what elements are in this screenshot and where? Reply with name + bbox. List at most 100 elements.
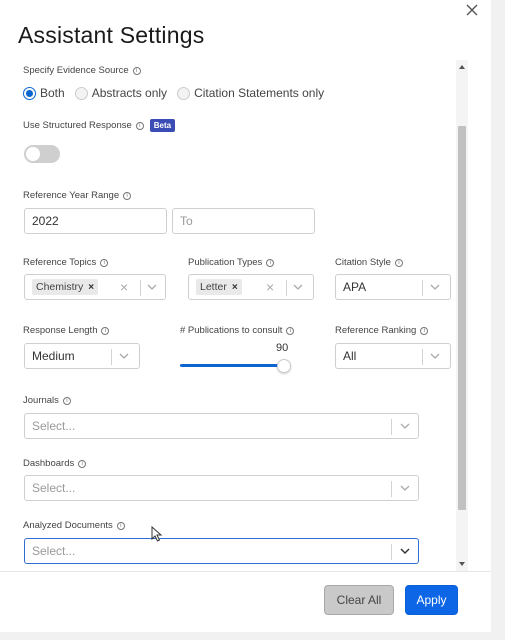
reference-ranking-label: Reference Ranking i [335,325,429,336]
journals-placeholder: Select... [32,419,76,433]
tag-remove-icon[interactable]: × [232,282,238,293]
select-separator [422,349,423,365]
radio-abstracts-only[interactable]: Abstracts only [74,86,168,100]
citation-style-label: Citation Style i [335,257,403,268]
citation-style-label-text: Citation Style [335,257,391,268]
radio-citation-statements-only[interactable]: Citation Statements only [177,86,324,100]
select-separator [111,349,112,365]
footer-divider [0,571,491,572]
page-background-right [491,0,505,640]
radio-unselected-icon [177,86,191,100]
evidence-source-label: Specify Evidence Source i [23,65,141,76]
year-to-input[interactable]: To [172,208,315,234]
radio-abstracts-only-label: Abstracts only [91,86,168,100]
response-length-label: Response Length i [23,325,110,336]
scroll-up-arrow-icon[interactable] [459,65,465,69]
clear-icon[interactable]: × [266,279,274,295]
radio-unselected-icon [74,86,88,100]
info-icon: i [100,258,109,267]
select-separator [286,280,287,296]
radio-selected-icon [23,86,36,100]
citation-style-select[interactable]: APA [335,274,451,300]
radio-both-label: Both [40,86,65,100]
letter-tag: Letter × [196,279,242,295]
analyzed-documents-placeholder: Select... [32,544,76,558]
analyzed-documents-select[interactable]: Select... [24,538,419,564]
scrollbar-thumb[interactable] [458,126,466,510]
journals-label-text: Journals [23,395,59,406]
analyzed-documents-label: Analyzed Documents i [23,520,125,531]
info-icon: i [101,326,110,335]
select-separator [391,419,392,435]
beta-badge: Beta [149,119,176,132]
page-background-bottom [0,632,505,640]
structured-response-toggle[interactable] [24,145,60,163]
evidence-source-label-text: Specify Evidence Source [23,65,129,76]
publication-types-label: Publication Types i [188,257,275,268]
info-icon: i [420,326,429,335]
publications-slider-thumb[interactable] [277,359,291,373]
apply-button[interactable]: Apply [405,585,458,615]
reference-ranking-value: All [343,349,357,363]
dashboards-label: Dashboards i [23,458,87,469]
response-length-value: Medium [32,349,75,363]
tag-remove-icon[interactable]: × [88,282,94,293]
scrollbar[interactable] [456,60,468,571]
year-range-label-text: Reference Year Range [23,190,120,201]
clear-all-button[interactable]: Clear All [324,585,394,615]
settings-form: Specify Evidence Source i Both Abstracts… [0,58,470,571]
response-length-label-text: Response Length [23,325,98,336]
mouse-pointer-icon [151,526,163,542]
chevron-down-icon[interactable] [430,283,440,291]
toggle-knob [26,147,40,161]
clear-icon[interactable]: × [120,279,128,295]
publications-slider-track[interactable] [180,364,286,367]
dashboards-placeholder: Select... [32,481,76,495]
structured-response-label-text: Use Structured Response [23,120,132,131]
close-icon [466,4,478,16]
chemistry-tag: Chemistry × [32,279,99,295]
select-separator [422,280,423,296]
structured-response-label: Use Structured Response i Beta [23,119,176,132]
publications-to-consult-label-text: # Publications to consult [180,325,283,336]
dashboards-select[interactable]: Select... [24,475,419,501]
publication-types-label-text: Publication Types [188,257,263,268]
journals-select[interactable]: Select... [24,413,419,439]
close-button[interactable] [463,1,481,19]
info-icon: i [78,459,87,468]
chevron-down-icon[interactable] [400,547,410,555]
letter-tag-label: Letter [200,281,227,293]
evidence-source-radio-group: Both Abstracts only Citation Statements … [23,86,324,100]
info-icon: i [62,396,71,405]
year-range-label: Reference Year Range i [23,190,132,201]
info-icon: i [135,121,144,130]
chevron-down-icon[interactable] [293,283,303,291]
scroll-down-arrow-icon[interactable] [459,562,465,566]
publications-to-consult-label: # Publications to consult i [180,325,295,336]
chevron-down-icon[interactable] [119,352,129,360]
reference-topics-label: Reference Topics i [23,257,109,268]
info-icon: i [123,191,132,200]
radio-both[interactable]: Both [23,86,65,100]
dashboards-label-text: Dashboards [23,458,75,469]
reference-topics-select[interactable]: Chemistry × × [24,274,166,300]
journals-label: Journals i [23,395,71,406]
analyzed-documents-label-text: Analyzed Documents [23,520,113,531]
info-icon: i [116,521,125,530]
select-separator [391,544,392,560]
info-icon: i [286,326,295,335]
select-separator [140,280,141,296]
info-icon: i [132,66,141,75]
radio-citation-statements-only-label: Citation Statements only [194,86,325,100]
select-separator [391,481,392,497]
year-from-input[interactable]: 2022 [24,208,167,234]
publication-types-select[interactable]: Letter × × [188,274,314,300]
chevron-down-icon[interactable] [430,352,440,360]
reference-ranking-select[interactable]: All [335,343,451,369]
info-icon: i [266,258,275,267]
publications-slider-value: 90 [276,342,289,354]
chevron-down-icon[interactable] [400,422,410,430]
chevron-down-icon[interactable] [147,283,157,291]
response-length-select[interactable]: Medium [24,343,140,369]
chevron-down-icon[interactable] [400,484,410,492]
